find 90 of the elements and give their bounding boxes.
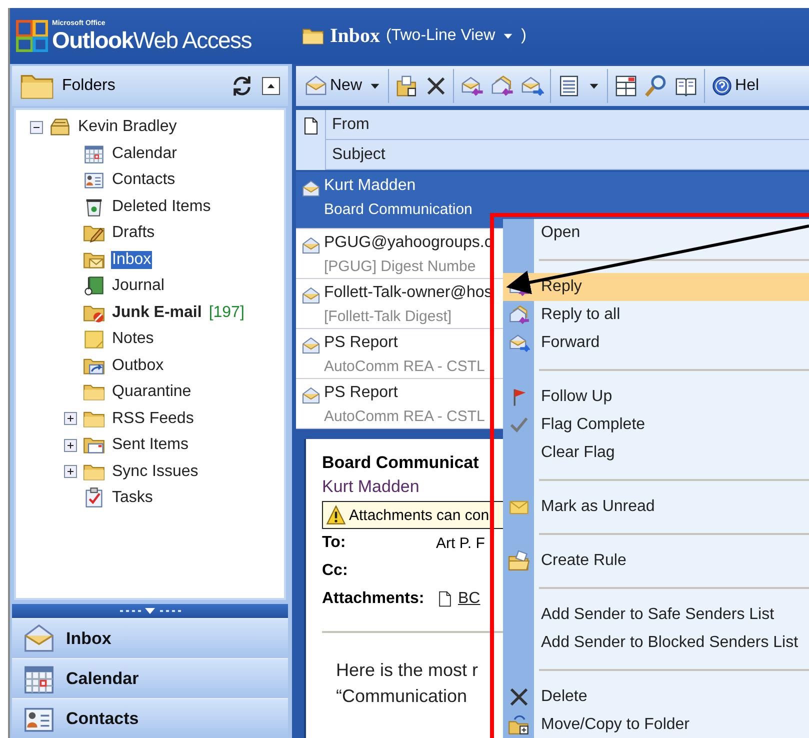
forward-icon[interactable] xyxy=(520,74,544,98)
move-to-folder-icon xyxy=(508,714,530,736)
message-subject: [Follett-Talk Digest] xyxy=(324,307,452,327)
folder-item[interactable]: Notes xyxy=(111,330,155,348)
sender-name: Kurt Madden xyxy=(322,477,420,497)
mailbox-icon xyxy=(49,116,71,138)
pane-splitter[interactable] xyxy=(12,604,288,618)
reply-all-icon[interactable] xyxy=(490,74,514,98)
journal-icon xyxy=(83,275,105,298)
office-logo-icon xyxy=(16,20,48,52)
field-label: Attachments: xyxy=(322,590,426,608)
message-sender: Follett-Talk-owner@hos xyxy=(324,283,492,303)
folder-item[interactable]: Drafts xyxy=(111,224,156,242)
folder-icon xyxy=(508,550,530,572)
unread-count: [197] xyxy=(208,304,244,322)
info-message: Attachments can con xyxy=(349,506,490,524)
nav-button[interactable]: Inbox xyxy=(12,618,288,658)
menu-item[interactable]: Add Sender to Safe Senders List xyxy=(503,601,809,629)
pane-title: Folders xyxy=(62,77,116,95)
menu-item[interactable]: Delete xyxy=(503,683,809,711)
help-button[interactable]: Hel xyxy=(711,75,760,97)
reply-all-icon xyxy=(508,304,530,326)
expand-toggle[interactable] xyxy=(64,438,77,452)
envelope-icon xyxy=(300,336,322,356)
message-title: Board Communicat xyxy=(322,453,480,473)
reply-icon[interactable] xyxy=(460,74,484,98)
collapse-button[interactable] xyxy=(262,77,280,95)
menu-item[interactable]: Add Sender to Blocked Senders List xyxy=(503,629,809,657)
envelope-icon xyxy=(300,386,322,406)
view-selector[interactable]: (Two-Line View xyxy=(386,27,496,44)
delete-icon xyxy=(508,686,530,708)
body-text: “Communication xyxy=(335,685,468,708)
message-subject: AutoComm REA - CSTL xyxy=(324,407,485,427)
folder-item[interactable]: Calendar xyxy=(111,144,178,163)
folder-item[interactable]: Sync Issues xyxy=(111,462,200,481)
menu-item[interactable]: Forward xyxy=(503,329,809,357)
menu-item[interactable]: Follow Up xyxy=(503,383,809,411)
folder-item[interactable]: Tasks xyxy=(111,489,154,508)
forward-icon xyxy=(508,332,530,354)
search-icon[interactable] xyxy=(644,74,668,98)
expand-toggle[interactable] xyxy=(64,465,77,478)
folder-title: Inbox xyxy=(330,24,380,48)
folder-item[interactable]: Outbox xyxy=(111,356,165,375)
app-title: OutlookWeb Access xyxy=(52,28,252,52)
expand-toggle[interactable] xyxy=(64,412,77,426)
menu-item[interactable]: Flag Complete xyxy=(503,411,809,439)
envelope-icon xyxy=(300,179,322,199)
folder-item[interactable]: RSS Feeds xyxy=(111,410,195,428)
document-icon xyxy=(436,589,454,609)
attachment-link[interactable]: BC xyxy=(458,590,480,608)
folder-item[interactable]: Deleted Items xyxy=(111,198,212,216)
field-label: To: xyxy=(322,534,347,552)
folder-item[interactable]: Junk E-mail xyxy=(111,304,203,322)
reading-pane-icon[interactable] xyxy=(614,74,638,98)
help-icon xyxy=(711,75,734,97)
column-header[interactable]: Subject xyxy=(326,140,809,170)
envelope-icon xyxy=(300,236,322,256)
collapse-toggle[interactable] xyxy=(30,120,43,134)
field-value: Art P. F xyxy=(436,534,485,552)
envelope-icon xyxy=(304,74,328,98)
nav-button[interactable]: Contacts xyxy=(12,698,288,738)
body-text: Here is the most r xyxy=(335,659,478,682)
folder-item[interactable]: Inbox xyxy=(111,250,152,269)
column-header[interactable]: From xyxy=(326,110,809,140)
message-sender: PS Report xyxy=(324,383,398,403)
message-subject: Board Communication xyxy=(324,200,472,220)
menu-item[interactable]: Reply to all xyxy=(503,301,809,329)
message-sender: PGUG@yahoogroups.c xyxy=(324,233,492,253)
message-subject: [PGUG] Digest Numbe xyxy=(324,257,476,277)
folder-item[interactable]: Contacts xyxy=(111,171,176,190)
menu-item[interactable]: Mark as Unread xyxy=(503,493,809,521)
notes-icon xyxy=(83,328,105,350)
folder-item[interactable]: Journal xyxy=(111,277,166,296)
menu-item[interactable]: Move/Copy to Folder xyxy=(503,711,809,738)
warning-icon xyxy=(325,504,347,526)
folder-item[interactable]: Quarantine xyxy=(111,383,192,402)
message-sender: PS Report xyxy=(324,333,398,353)
folder-item[interactable]: Sent Items xyxy=(111,436,190,454)
message-subject: AutoComm REA - CSTL xyxy=(324,357,485,377)
envelope-icon xyxy=(300,286,322,306)
menu-item[interactable]: Create Rule xyxy=(503,547,809,575)
folder-item[interactable]: Kevin Bradley xyxy=(77,118,178,136)
menu-item[interactable]: Clear Flag xyxy=(503,439,809,467)
field-label: Cc: xyxy=(322,562,349,580)
new-button[interactable]: New xyxy=(304,74,362,98)
view-selector-end: ) xyxy=(521,27,526,45)
message-sender: Kurt Madden xyxy=(324,176,416,196)
nav-button[interactable]: Calendar xyxy=(12,658,288,698)
tasks-icon xyxy=(83,487,105,510)
delete-icon[interactable] xyxy=(425,75,448,97)
